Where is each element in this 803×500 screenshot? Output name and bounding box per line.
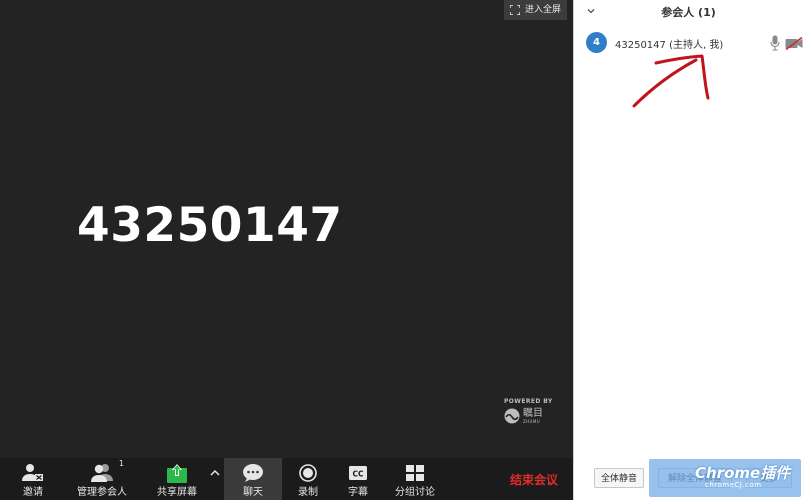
- participants-panel-title: 参会人 (1): [661, 6, 716, 19]
- avatar: 4: [586, 32, 607, 53]
- participant-row[interactable]: 4 43250147 (主持人, 我): [574, 32, 803, 54]
- cc-icon-text: CC: [352, 470, 364, 479]
- invite-button[interactable]: 邀请: [14, 458, 52, 500]
- end-meeting-button[interactable]: 结束会议: [510, 471, 558, 488]
- manage-participants-label: 管理参会人: [77, 487, 127, 498]
- participants-panel-header: 参会人 (1): [574, 0, 803, 22]
- breakout-rooms-button[interactable]: 分组讨论: [392, 458, 438, 500]
- breakout-icon: [406, 465, 424, 481]
- chat-button[interactable]: 聊天: [224, 458, 282, 500]
- more-button[interactable]: 更多: [746, 468, 792, 488]
- meeting-toolbar: 邀请 1 管理参会人 共享屏幕 聊天 录制 CC 字幕 分组讨论 结束会议: [0, 458, 573, 500]
- participants-icon: [91, 464, 113, 482]
- camera-off-icon[interactable]: [785, 37, 803, 50]
- meeting-window: 进入全屏 43250147 POWERED BY 瞩目 ZHUMU 邀请 1 管…: [0, 0, 803, 500]
- share-screen-label: 共享屏幕: [157, 487, 197, 498]
- breakout-rooms-label: 分组讨论: [395, 487, 435, 498]
- participant-name: 43250147 (主持人, 我): [615, 40, 724, 51]
- share-screen-button[interactable]: 共享屏幕: [152, 458, 202, 500]
- captions-button[interactable]: CC 字幕: [340, 458, 376, 500]
- record-label: 录制: [298, 487, 318, 498]
- invite-label: 邀请: [23, 487, 43, 498]
- annotation-arrow-icon: [632, 54, 710, 108]
- fullscreen-label: 进入全屏: [524, 5, 561, 15]
- video-area: 进入全屏 43250147 POWERED BY 瞩目 ZHUMU: [0, 0, 573, 458]
- powered-by-logo: POWERED BY 瞩目 ZHUMU: [504, 398, 562, 424]
- microphone-icon[interactable]: [770, 35, 780, 51]
- invite-icon: [22, 464, 43, 481]
- record-button[interactable]: 录制: [290, 458, 326, 500]
- participant-count: 1: [118, 459, 124, 468]
- unmute-all-button[interactable]: 解除全体静音: [658, 468, 732, 488]
- fullscreen-icon: [509, 5, 520, 15]
- meeting-number: 43250147: [77, 198, 343, 253]
- chat-label: 聊天: [243, 487, 263, 498]
- cc-icon: CC: [349, 466, 367, 480]
- share-options-chevron-up-icon[interactable]: [209, 468, 221, 478]
- participants-panel-footer: 全体静音 解除全体静音 更多 Chrome插件 chromeCJ.com: [574, 458, 803, 500]
- record-icon: [299, 464, 317, 482]
- brand-name-cn: 瞩目: [523, 408, 543, 419]
- chat-icon: [243, 464, 263, 482]
- manage-participants-button[interactable]: 1 管理参会人: [72, 458, 132, 500]
- participants-panel: 参会人 (1) 4 43250147 (主持人, 我) 全体静音 解除全体静音 …: [573, 0, 803, 500]
- share-screen-icon: [167, 464, 187, 483]
- powered-by-text: POWERED BY: [504, 398, 553, 405]
- fullscreen-button[interactable]: 进入全屏: [503, 0, 567, 20]
- mute-all-button[interactable]: 全体静音: [594, 468, 644, 488]
- captions-label: 字幕: [348, 487, 368, 498]
- zhumu-logo-icon: [504, 408, 520, 424]
- brand-name-en: ZHUMU: [523, 419, 541, 424]
